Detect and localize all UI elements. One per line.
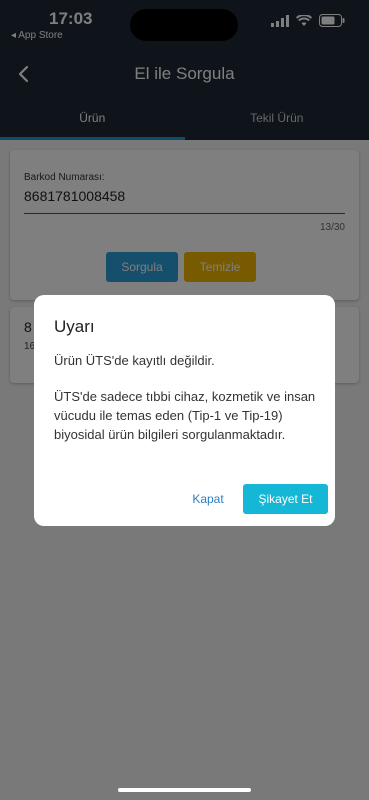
home-indicator[interactable] xyxy=(118,788,251,792)
dialog-message-detail: ÜTS'de sadece tıbbi cihaz, kozmetik ve i… xyxy=(54,389,316,442)
dialog-message-primary: Ürün ÜTS'de kayıtlı değildir. xyxy=(54,353,215,368)
dialog-title: Uyarı xyxy=(54,317,95,336)
close-button[interactable]: Kapat xyxy=(183,484,233,514)
warning-dialog: Uyarı Ürün ÜTS'de kayıtlı değildir. ÜTS'… xyxy=(34,295,335,526)
complain-button[interactable]: Şikayet Et xyxy=(243,484,328,514)
